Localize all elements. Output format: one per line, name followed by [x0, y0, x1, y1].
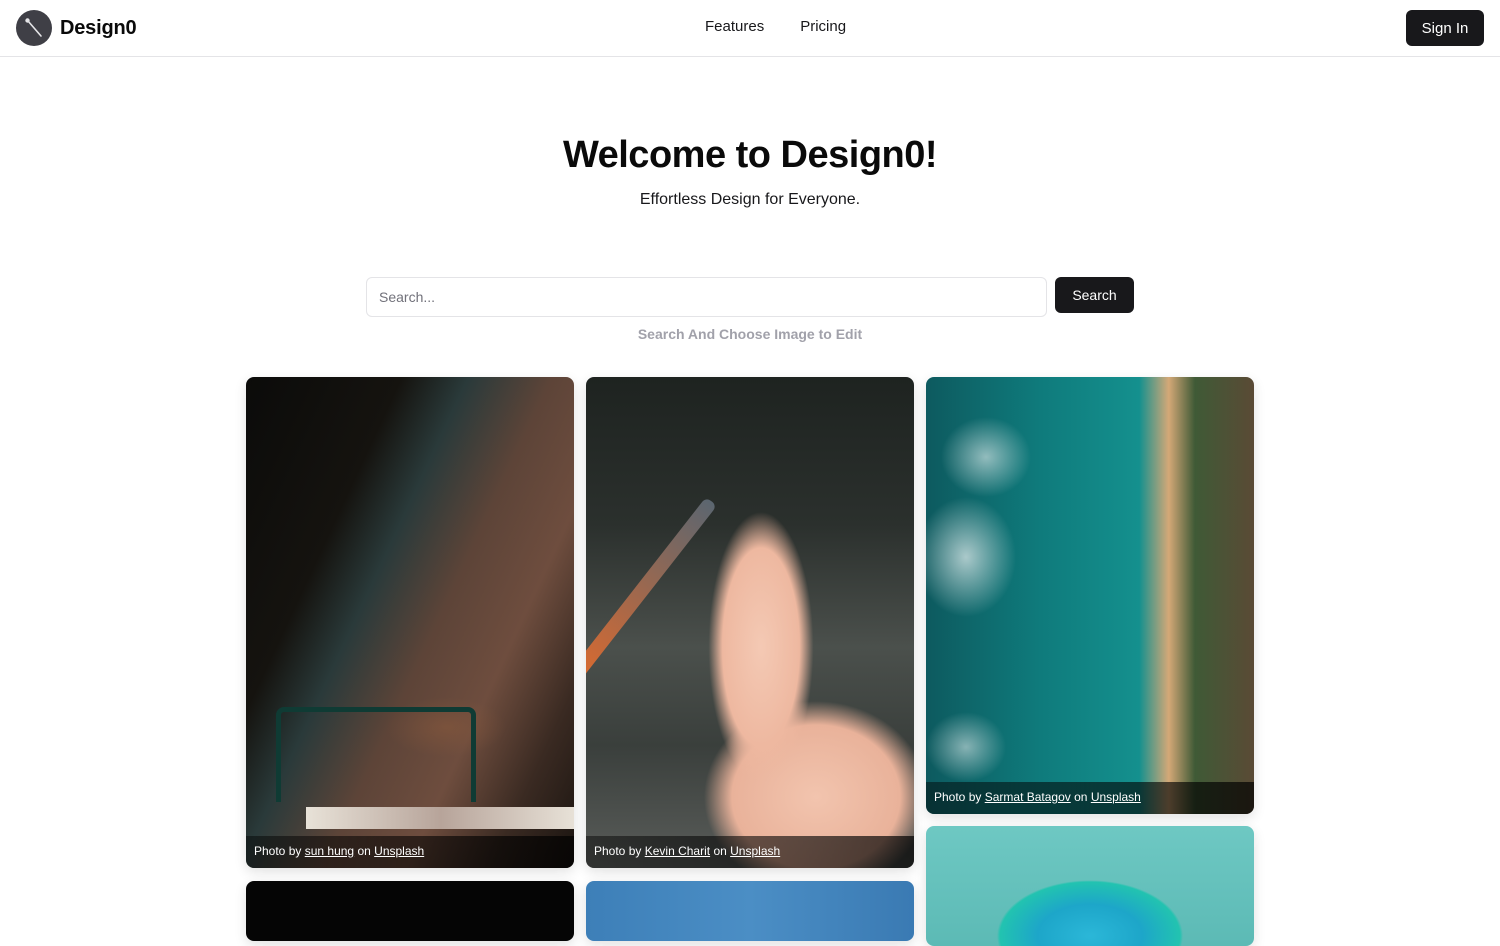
main-nav: Features Pricing — [705, 18, 846, 35]
page-subtitle: Effortless Design for Everyone. — [639, 191, 861, 208]
page-title: Welcome to Design0! — [562, 134, 938, 176]
search-input[interactable] — [366, 277, 1047, 317]
gallery-card[interactable]: Photo by Sarmat Batagov on Unsplash — [926, 377, 1254, 814]
credit-prefix: Photo by — [934, 790, 982, 804]
photo-coastline[interactable] — [926, 377, 1254, 814]
photo-credit: Photo by Sarmat Batagov on Unsplash — [926, 782, 1254, 814]
pen-tool-icon — [16, 10, 52, 46]
sign-in-button[interactable]: Sign In — [1406, 10, 1484, 46]
credit-mid: on — [357, 844, 371, 858]
top-navbar: Design0 Features Pricing Sign In — [0, 0, 1500, 57]
brand-home-link[interactable]: Design0 — [16, 10, 137, 46]
credit-prefix: Photo by — [594, 844, 642, 858]
photo-sky[interactable] — [586, 881, 914, 941]
author-link[interactable]: Kevin Charit — [645, 844, 710, 858]
photo-dark[interactable] — [246, 881, 574, 941]
credit-prefix: Photo by — [254, 844, 302, 858]
credit-mid: on — [713, 844, 727, 858]
search-button[interactable]: Search — [1055, 277, 1134, 313]
gallery-card[interactable] — [246, 881, 574, 941]
photo-pelican[interactable] — [586, 377, 914, 868]
nav-pricing[interactable]: Pricing — [800, 18, 846, 35]
photo-sculpture[interactable] — [926, 826, 1254, 946]
gallery-card[interactable] — [586, 881, 914, 941]
photo-playground[interactable] — [246, 377, 574, 868]
author-link[interactable]: sun hung — [305, 844, 354, 858]
gallery-card[interactable]: Photo by sun hung on Unsplash — [246, 377, 574, 868]
gallery-card[interactable]: Photo by Kevin Charit on Unsplash — [586, 377, 914, 868]
source-link[interactable]: Unsplash — [1091, 790, 1141, 804]
source-link[interactable]: Unsplash — [730, 844, 780, 858]
author-link[interactable]: Sarmat Batagov — [985, 790, 1071, 804]
brand-name: Design0 — [60, 16, 137, 39]
gallery-card[interactable] — [926, 826, 1254, 946]
source-link[interactable]: Unsplash — [374, 844, 424, 858]
search-hint: Search And Choose Image to Edit — [637, 326, 863, 342]
photo-credit: Photo by Kevin Charit on Unsplash — [586, 836, 914, 868]
photo-credit: Photo by sun hung on Unsplash — [246, 836, 574, 868]
credit-mid: on — [1074, 790, 1088, 804]
nav-features[interactable]: Features — [705, 18, 764, 35]
